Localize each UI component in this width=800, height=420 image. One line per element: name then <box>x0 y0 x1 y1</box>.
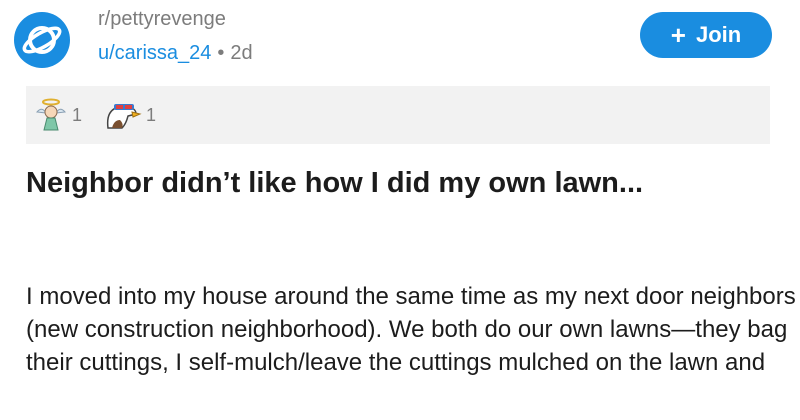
angel-award-icon <box>36 98 66 131</box>
award-count: 1 <box>146 104 157 125</box>
post-age: 2d <box>230 42 253 64</box>
post-title[interactable]: Neighbor didn’t like how I did my own la… <box>26 164 746 202</box>
post-body: I moved into my house around the same ti… <box>26 283 796 376</box>
join-button[interactable]: + Join <box>640 12 772 58</box>
subreddit-avatar-icon[interactable] <box>14 12 70 68</box>
planet-icon <box>22 26 62 54</box>
plus-icon: + <box>670 20 686 50</box>
join-label: Join <box>695 22 742 47</box>
meta-separator: • <box>217 42 225 64</box>
author-link[interactable]: u/carissa_24 <box>98 42 211 64</box>
award-count: 1 <box>72 104 83 125</box>
award-eagle[interactable]: 1 <box>102 98 156 132</box>
eagle-award-icon <box>106 104 142 129</box>
awards-bar: 1 1 <box>26 86 770 144</box>
post-header: r/pettyrevenge u/carissa_24 • 2d + Join <box>0 0 800 80</box>
post-meta: u/carissa_24 • 2d <box>98 40 253 66</box>
award-angel[interactable]: 1 <box>34 98 82 132</box>
subreddit-name[interactable]: r/pettyrevenge <box>98 6 226 32</box>
